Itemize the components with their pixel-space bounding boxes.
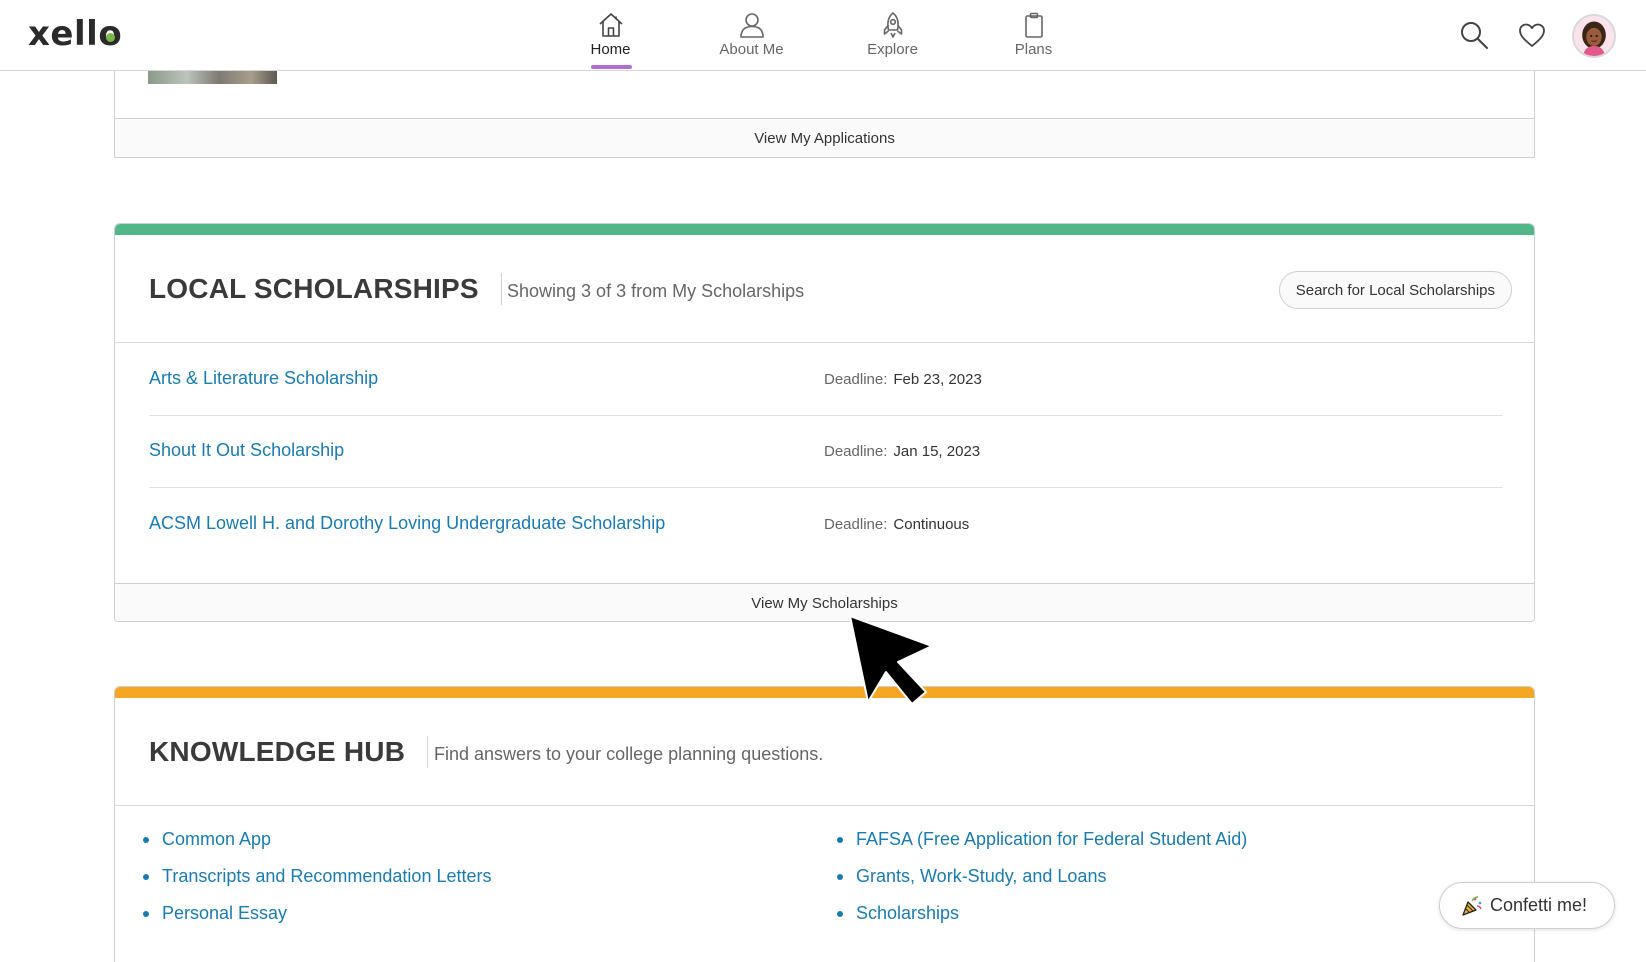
mouse-cursor-icon — [849, 615, 933, 705]
deadline-label: Deadline: — [824, 443, 888, 460]
person-icon — [739, 13, 764, 38]
deadline-value: Jan 15, 2023 — [893, 443, 981, 460]
knowledge-link[interactable]: Common App — [143, 827, 491, 864]
scholarship-deadline: Deadline: Jan 15, 2023 — [824, 443, 980, 460]
nav-item-explore[interactable]: Explore — [822, 0, 963, 70]
active-nav-indicator — [590, 65, 632, 69]
scholarship-link[interactable]: Shout It Out Scholarship — [149, 440, 344, 461]
confetti-button[interactable]: Confetti me! — [1439, 882, 1615, 929]
clipboard-icon — [1024, 12, 1043, 38]
scholarship-row: Arts & Literature Scholarship Deadline: F… — [149, 344, 1503, 416]
knowledge-links-right: FAFSA (Free Application for Federal Stud… — [837, 827, 1247, 938]
top-navigation-bar: xello Home About Me Explore P — [0, 0, 1646, 71]
local-scholarships-card: LOCAL SCHOLARSHIPS Showing 3 of 3 from M… — [114, 223, 1535, 622]
card-title: KNOWLEDGE HUB — [149, 736, 429, 768]
nav-label-about-me: About Me — [719, 41, 784, 58]
rocket-icon — [883, 12, 902, 38]
scholarship-row: Shout It Out Scholarship Deadline: Jan 15… — [149, 416, 1503, 488]
card-header: KNOWLEDGE HUB Find answers to your colle… — [115, 698, 1534, 806]
view-my-scholarships-link[interactable]: View My Scholarships — [115, 583, 1534, 621]
knowledge-links-left: Common App Transcripts and Recommendatio… — [143, 827, 491, 938]
deadline-value: Continuous — [893, 516, 970, 533]
card-header: LOCAL SCHOLARSHIPS Showing 3 of 3 from M… — [115, 235, 1534, 343]
knowledge-link[interactable]: Transcripts and Recommendation Letters — [143, 864, 491, 901]
user-avatar[interactable] — [1572, 14, 1616, 58]
scholarship-deadline: Deadline: Continuous — [824, 516, 969, 533]
view-my-applications-link[interactable]: View My Applications — [115, 118, 1534, 157]
nav-item-about-me[interactable]: About Me — [681, 0, 822, 70]
knowledge-link[interactable]: Grants, Work-Study, and Loans — [837, 864, 1247, 901]
card-title: LOCAL SCHOLARSHIPS — [149, 273, 502, 305]
card-subtitle: Find answers to your college planning qu… — [434, 744, 824, 764]
knowledge-link[interactable]: Personal Essay — [143, 901, 491, 938]
nav-item-home[interactable]: Home — [540, 0, 681, 70]
search-local-scholarships-button[interactable]: Search for Local Scholarships — [1278, 271, 1512, 309]
heart-icon[interactable] — [1516, 19, 1548, 51]
confetti-button-label: Confetti me! — [1490, 895, 1588, 915]
deadline-label: Deadline: — [824, 516, 888, 533]
knowledge-hub-card: KNOWLEDGE HUB Find answers to your colle… — [114, 686, 1535, 962]
avatar-illustration-icon — [1574, 16, 1614, 56]
nav-label-plans: Plans — [1014, 41, 1053, 58]
card-accent-bar — [115, 224, 1534, 235]
nav-item-plans[interactable]: Plans — [963, 0, 1104, 70]
card-subtitle: Showing 3 of 3 from My Scholarships — [507, 281, 805, 301]
scholarship-row: ACSM Lowell H. and Dorothy Loving Underg… — [149, 489, 1503, 561]
deadline-value: Feb 23, 2023 — [893, 371, 982, 388]
nav-label-explore: Explore — [867, 41, 918, 58]
scholarship-link[interactable]: Arts & Literature Scholarship — [149, 368, 378, 389]
scholarship-deadline: Deadline: Feb 23, 2023 — [824, 371, 982, 388]
deadline-label: Deadline: — [824, 371, 888, 388]
card-accent-bar — [115, 687, 1534, 698]
home-icon — [598, 13, 623, 37]
nav-label-home: Home — [590, 41, 631, 58]
main-nav: Home About Me Explore Plans — [540, 0, 1104, 70]
knowledge-link[interactable]: FAFSA (Free Application for Federal Stud… — [837, 827, 1247, 864]
xello-logo[interactable]: xello — [28, 14, 122, 54]
party-popper-icon — [1462, 895, 1482, 916]
knowledge-link[interactable]: Scholarships — [837, 901, 1247, 938]
search-icon[interactable] — [1458, 19, 1490, 51]
scholarship-link[interactable]: ACSM Lowell H. and Dorothy Loving Underg… — [149, 513, 665, 534]
